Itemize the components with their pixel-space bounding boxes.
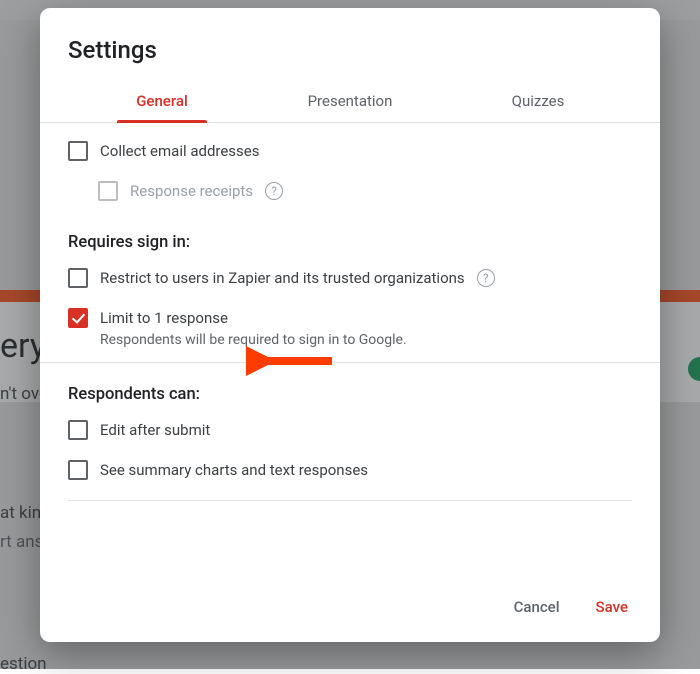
edit-after-checkbox[interactable]: [68, 420, 88, 440]
response-receipts-label: Response receipts: [130, 182, 253, 200]
edit-after-label: Edit after submit: [100, 421, 210, 439]
tab-quizzes[interactable]: Quizzes: [444, 82, 632, 122]
tab-presentation[interactable]: Presentation: [256, 82, 444, 122]
limit-response-help: Respondents will be required to sign in …: [100, 332, 632, 348]
collect-email-checkbox[interactable]: [68, 141, 88, 161]
divider: [40, 362, 660, 363]
settings-dialog: Settings General Presentation Quizzes Co…: [40, 8, 660, 642]
dialog-body: Collect email addresses Response receipt…: [40, 123, 660, 576]
limit-response-checkbox[interactable]: [68, 308, 88, 328]
help-icon[interactable]: ?: [477, 269, 495, 287]
restrict-label: Restrict to users in Zapier and its trus…: [100, 269, 465, 287]
tab-bar: General Presentation Quizzes: [40, 82, 660, 123]
limit-response-label: Limit to 1 response: [100, 309, 228, 327]
respondents-section-heading: Respondents can:: [68, 385, 632, 404]
dialog-footer: Cancel Save: [40, 576, 660, 642]
see-summary-checkbox[interactable]: [68, 460, 88, 480]
help-icon[interactable]: ?: [265, 182, 283, 200]
cancel-button[interactable]: Cancel: [510, 592, 564, 622]
see-summary-label: See summary charts and text responses: [100, 461, 368, 479]
signin-section-heading: Requires sign in:: [68, 233, 632, 252]
restrict-checkbox[interactable]: [68, 268, 88, 288]
response-receipts-checkbox: [98, 181, 118, 201]
divider: [68, 500, 632, 501]
tab-general[interactable]: General: [68, 82, 256, 122]
collect-email-label: Collect email addresses: [100, 142, 260, 160]
save-button[interactable]: Save: [592, 592, 632, 622]
dialog-title: Settings: [40, 8, 660, 82]
